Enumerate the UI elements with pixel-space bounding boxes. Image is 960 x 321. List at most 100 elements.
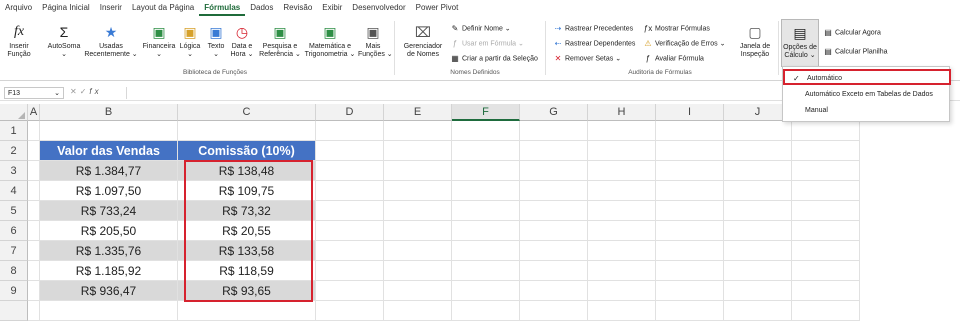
cell[interactable] <box>724 141 792 161</box>
cell[interactable] <box>28 201 40 221</box>
cell[interactable] <box>452 121 520 141</box>
cell[interactable] <box>316 161 384 181</box>
more-functions-button[interactable]: ▣ Mais Funções ⌄ <box>358 23 393 59</box>
cell[interactable] <box>316 221 384 241</box>
cell[interactable] <box>520 221 588 241</box>
cell[interactable] <box>40 301 178 321</box>
cell[interactable] <box>28 241 40 261</box>
cell[interactable] <box>724 241 792 261</box>
cell[interactable] <box>792 281 860 301</box>
cell[interactable] <box>316 241 384 261</box>
cell[interactable] <box>452 261 520 281</box>
cell[interactable] <box>656 261 724 281</box>
cell[interactable] <box>40 121 178 141</box>
column-header-f[interactable]: F <box>452 104 520 121</box>
calc-now-button[interactable]: ▤ Calcular Agora <box>823 28 881 37</box>
cell[interactable] <box>178 301 316 321</box>
cell[interactable] <box>792 141 860 161</box>
cell[interactable] <box>28 281 40 301</box>
logical-button[interactable]: ▣ Lógica ⌄ <box>178 23 202 59</box>
cell[interactable] <box>588 181 656 201</box>
cell[interactable] <box>724 261 792 281</box>
cell[interactable] <box>520 281 588 301</box>
row-header[interactable]: 3 <box>0 161 28 181</box>
row-header[interactable]: 7 <box>0 241 28 261</box>
cell[interactable] <box>792 181 860 201</box>
cell[interactable] <box>384 181 452 201</box>
cell[interactable] <box>724 221 792 241</box>
remove-arrows-button[interactable]: ✕ Remover Setas ⌄ <box>553 54 621 63</box>
cell[interactable] <box>384 241 452 261</box>
column-header-b[interactable]: B <box>40 104 178 121</box>
tab-2[interactable]: Inserir <box>95 0 127 16</box>
cell[interactable] <box>656 181 724 201</box>
tab-6[interactable]: Revisão <box>278 0 317 16</box>
menu-item-automatic-except-tables[interactable]: Automático Exceto em Tabelas de Dados <box>783 87 951 103</box>
name-box-dropdown-icon[interactable]: ⌄ <box>54 88 60 99</box>
cell[interactable] <box>588 241 656 261</box>
cell[interactable] <box>28 141 40 161</box>
cell[interactable] <box>792 301 860 321</box>
cell[interactable] <box>724 121 792 141</box>
row-header[interactable]: 6 <box>0 221 28 241</box>
cell[interactable] <box>316 141 384 161</box>
cell[interactable] <box>452 161 520 181</box>
cell[interactable] <box>588 141 656 161</box>
cell[interactable] <box>520 161 588 181</box>
cell[interactable] <box>656 201 724 221</box>
cell[interactable] <box>520 201 588 221</box>
row-header[interactable]: 9 <box>0 281 28 301</box>
cell[interactable] <box>452 241 520 261</box>
tab-5[interactable]: Dados <box>245 0 278 16</box>
lookup-button[interactable]: ▣ Pesquisa e Referência ⌄ <box>258 23 302 59</box>
sales-value-cell[interactable]: R$ 1.335,76 <box>40 241 178 261</box>
cell[interactable] <box>520 141 588 161</box>
financial-button[interactable]: ▣ Financeira ⌄ <box>142 23 176 59</box>
cell[interactable] <box>656 221 724 241</box>
calc-options-button[interactable]: ▤ Opções de Cálculo ⌄ <box>781 19 819 67</box>
column-header-e[interactable]: E <box>384 104 452 121</box>
text-button[interactable]: ▣ Texto ⌄ <box>205 23 227 59</box>
column-header-a[interactable]: A <box>28 104 40 121</box>
column-header-i[interactable]: I <box>656 104 724 121</box>
cell[interactable] <box>792 201 860 221</box>
use-in-formula-button[interactable]: ƒ Usar em Fórmula ⌄ <box>450 39 524 48</box>
column-header-g[interactable]: G <box>520 104 588 121</box>
cell[interactable] <box>656 301 724 321</box>
sales-value-cell[interactable]: R$ 205,50 <box>40 221 178 241</box>
cell[interactable] <box>724 301 792 321</box>
cell[interactable] <box>384 261 452 281</box>
cell[interactable] <box>178 121 316 141</box>
autosum-button[interactable]: Σ AutoSoma ⌄ <box>44 23 84 59</box>
cell[interactable] <box>384 201 452 221</box>
tab-4[interactable]: Fórmulas <box>199 0 246 16</box>
cell[interactable] <box>316 261 384 281</box>
cell[interactable] <box>520 261 588 281</box>
sales-value-cell[interactable]: R$ 1.384,77 <box>40 161 178 181</box>
column-header-h[interactable]: H <box>588 104 656 121</box>
sales-value-cell[interactable]: R$ 1.185,92 <box>40 261 178 281</box>
name-manager-button[interactable]: ⌧ Gerenciador de Nomes <box>398 23 448 59</box>
cancel-icon[interactable]: ✕ <box>70 87 80 96</box>
cell[interactable] <box>588 161 656 181</box>
row-header[interactable]: 5 <box>0 201 28 221</box>
cell[interactable] <box>724 181 792 201</box>
row-header[interactable]: 4 <box>0 181 28 201</box>
cell[interactable] <box>316 281 384 301</box>
tab-3[interactable]: Layout da Página <box>127 0 199 16</box>
math-button[interactable]: ▣ Matemática e Trigonometria ⌄ <box>304 23 356 59</box>
menu-item-manual[interactable]: Manual <box>783 103 951 119</box>
menu-item-automatic[interactable]: ✓ Automático <box>783 69 951 85</box>
trace-dependents-button[interactable]: ⇠ Rastrear Dependentes <box>553 39 636 48</box>
select-all-corner[interactable] <box>0 104 28 121</box>
cell[interactable] <box>452 201 520 221</box>
cell[interactable] <box>588 121 656 141</box>
sales-value-cell[interactable]: R$ 733,24 <box>40 201 178 221</box>
tab-0[interactable]: Arquivo <box>0 0 37 16</box>
cell[interactable] <box>724 201 792 221</box>
cell[interactable] <box>656 241 724 261</box>
row-header[interactable] <box>0 301 28 321</box>
tab-1[interactable]: Página Inicial <box>37 0 95 16</box>
cell[interactable] <box>792 121 860 141</box>
cell[interactable] <box>656 121 724 141</box>
